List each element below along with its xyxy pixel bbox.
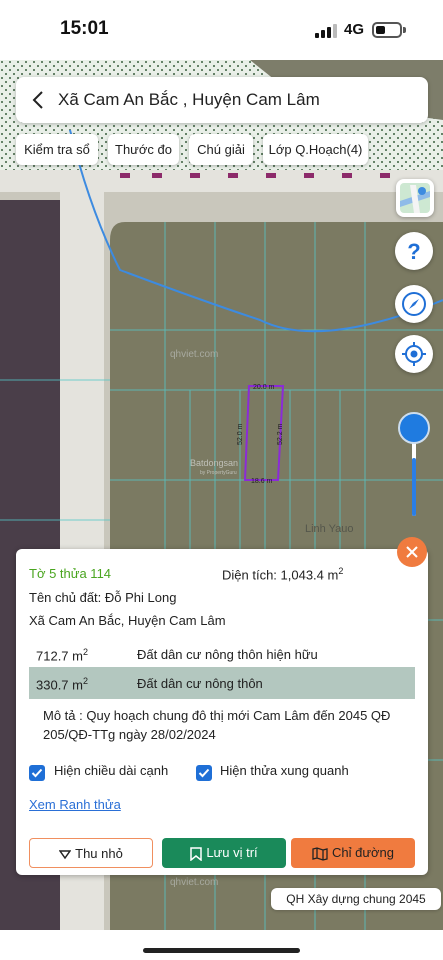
- land-use-area: 330.7 m2: [36, 676, 88, 693]
- legend-button[interactable]: Chú giải: [189, 134, 253, 165]
- map-type-icon: [400, 183, 430, 213]
- help-button[interactable]: ?: [395, 232, 433, 270]
- question-icon: ?: [407, 239, 420, 264]
- checkmark-icon: [31, 768, 43, 778]
- land-use-row: 330.7 m2 Đất dân cư nông thôn: [29, 667, 415, 699]
- bottom-bar: [0, 930, 443, 960]
- planning-description: Mô tả : Quy hoạch chung đô thị mới Cam L…: [43, 708, 391, 742]
- land-use-row: 712.7 m2 Đất dân cư nông thôn hiện hữu: [29, 638, 415, 670]
- bookmark-icon: [190, 846, 203, 862]
- show-neighbors-label: Hiện thửa xung quanh: [220, 763, 349, 778]
- edge-label-left: 52.0 m: [237, 423, 244, 445]
- brand-watermark-sub: by PropertyGuru: [200, 470, 237, 476]
- location-title: Xã Cam An Bắc , Huyện Cam Lâm: [58, 90, 320, 109]
- watermark-bottom: qhviet.com: [170, 877, 218, 888]
- brand-watermark: Batdongsan: [190, 458, 238, 468]
- edge-label-bottom: 18.6 m: [251, 478, 273, 485]
- map-icon: [312, 846, 328, 861]
- back-icon[interactable]: [26, 87, 52, 113]
- zoom-slider-thumb[interactable]: [398, 411, 430, 444]
- my-location-button[interactable]: [395, 335, 433, 373]
- close-icon: [406, 546, 418, 558]
- land-use-type: Đất dân cư nông thôn: [137, 676, 263, 691]
- owner-name: Tên chủ đất: Đỗ Phi Long: [29, 590, 177, 605]
- svg-text:?: ?: [407, 239, 420, 264]
- edge-label-right: 52.2 m: [277, 423, 284, 445]
- crosshair-icon: [402, 342, 426, 366]
- land-use-area: 712.7 m2: [36, 647, 88, 664]
- compass-icon: [402, 292, 426, 316]
- place-label: Linh Yauo: [305, 523, 354, 535]
- show-edge-lengths-label: Hiện chiều dài cạnh: [54, 763, 169, 778]
- planning-layer-label[interactable]: QH Xây dựng chung 2045: [271, 888, 441, 910]
- map-type-button[interactable]: [396, 179, 434, 217]
- parcel-info-panel: Tờ 5 thửa 114 Diện tích: 1,043.4 m2 Tên …: [16, 549, 428, 875]
- compass-button[interactable]: [395, 285, 433, 323]
- signal-icon: [315, 24, 337, 38]
- edge-label-top: 20.0 m: [253, 384, 275, 391]
- save-location-button[interactable]: Lưu vị trí: [162, 838, 286, 868]
- zoom-slider-fill: [412, 458, 416, 516]
- home-indicator[interactable]: [143, 948, 300, 953]
- status-time: 15:01: [60, 18, 109, 39]
- directions-button[interactable]: Chỉ đường: [291, 838, 415, 868]
- planning-layers-button[interactable]: Lớp Q.Hoạch(4): [263, 134, 368, 165]
- measure-button[interactable]: Thước đo: [108, 134, 179, 165]
- watermark-top: qhviet.com: [170, 349, 218, 360]
- checkmark-icon: [198, 768, 210, 778]
- land-use-type: Đất dân cư nông thôn hiện hữu: [137, 647, 318, 662]
- parcel-id: Tờ 5 thửa 114: [29, 566, 112, 581]
- battery-icon: [372, 22, 406, 38]
- show-edge-lengths-checkbox[interactable]: [29, 765, 45, 781]
- chevron-down-icon: [58, 849, 72, 859]
- check-book-button[interactable]: Kiểm tra sổ: [16, 134, 98, 165]
- minimize-button[interactable]: Thu nhỏ: [29, 838, 153, 868]
- close-panel-button[interactable]: [397, 537, 427, 567]
- network-label: 4G: [344, 21, 365, 38]
- parcel-area: Diện tích: 1,043.4 m2: [222, 566, 344, 583]
- status-bar: 15:01 4G: [0, 0, 443, 60]
- view-boundary-link[interactable]: Xem Ranh thửa: [29, 797, 121, 812]
- parcel-address: Xã Cam An Bắc, Huyện Cam Lâm: [29, 613, 226, 628]
- location-bar[interactable]: Xã Cam An Bắc , Huyện Cam Lâm: [16, 77, 428, 123]
- show-neighbors-checkbox[interactable]: [196, 765, 212, 781]
